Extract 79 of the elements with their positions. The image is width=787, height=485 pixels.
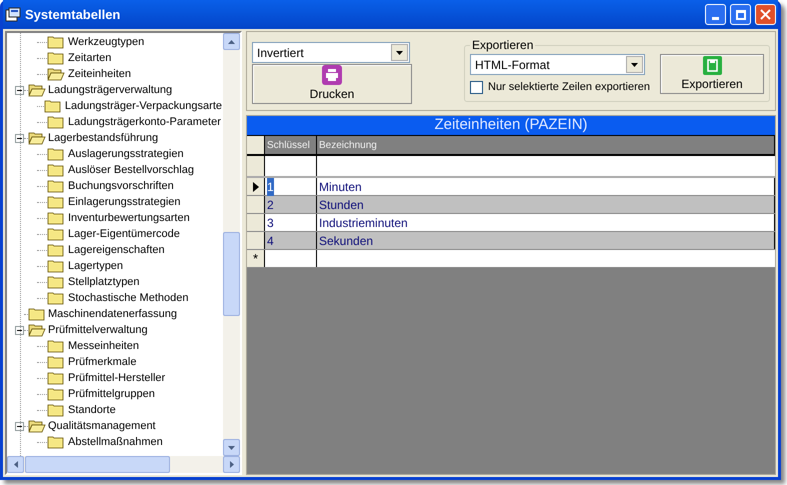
table-cell-text: Sekunden bbox=[319, 232, 374, 250]
vertical-scrollbar[interactable] bbox=[223, 33, 240, 456]
tree-item[interactable]: Einlagerungsstrategien bbox=[67, 194, 182, 210]
minus-icon bbox=[17, 424, 22, 428]
table-cell-text: Minuten bbox=[319, 178, 362, 196]
minus-icon bbox=[17, 328, 22, 332]
tree-item[interactable]: Lagertypen bbox=[67, 258, 124, 274]
close-icon bbox=[760, 9, 771, 20]
up-arrow-icon bbox=[228, 40, 235, 44]
grid-caption: Zeiteinheiten (PAZEIN) bbox=[247, 116, 775, 136]
scroll-thumb[interactable] bbox=[223, 232, 240, 316]
tree-item[interactable]: Ladungsträger-Verpackungsarte bbox=[64, 98, 223, 114]
group-label: Exportieren bbox=[471, 37, 534, 54]
row-selector[interactable] bbox=[247, 156, 265, 176]
app-icon bbox=[5, 6, 21, 22]
tree-item[interactable]: Qualitätsmanagement bbox=[48, 418, 156, 434]
tree-item[interactable]: Prüfmittelverwaltung bbox=[48, 322, 148, 338]
export-button[interactable]: Exportieren bbox=[660, 54, 764, 94]
dropdown[interactable]: HTML-Format bbox=[470, 54, 645, 75]
scroll-down-button[interactable] bbox=[223, 439, 240, 456]
save-icon bbox=[702, 56, 722, 74]
tree-item[interactable]: Auslagerungsstrategien bbox=[67, 146, 185, 162]
scroll-up-button[interactable] bbox=[223, 33, 240, 50]
row-selector[interactable] bbox=[247, 178, 265, 195]
tree-item[interactable]: Standorte bbox=[67, 402, 117, 418]
down-arrow-icon bbox=[228, 446, 235, 450]
tree-item[interactable]: Prüfmittelgruppen bbox=[67, 386, 156, 402]
table-cell-text: 4 bbox=[267, 232, 274, 250]
minimize-button[interactable] bbox=[705, 4, 726, 25]
tree-item[interactable]: Stellplatztypen bbox=[67, 274, 141, 290]
checkbox[interactable] bbox=[470, 80, 483, 94]
current-row-icon bbox=[252, 182, 258, 192]
tree-item[interactable]: Lagereigenschaften bbox=[67, 242, 166, 258]
table-cell-text: Industrieminuten bbox=[319, 214, 408, 232]
row-selector[interactable] bbox=[247, 232, 265, 249]
tree-item[interactable]: Zeiteinheiten bbox=[67, 66, 132, 82]
row-selector[interactable] bbox=[247, 196, 265, 213]
tree-item[interactable]: Werkzeugtypen bbox=[67, 34, 146, 50]
table-cell-text: Stunden bbox=[319, 196, 364, 214]
maximize-button[interactable] bbox=[730, 4, 751, 25]
tree-item[interactable]: Messeinheiten bbox=[67, 338, 140, 354]
printer-icon bbox=[322, 65, 342, 85]
tree-item[interactable]: Stochastische Methoden bbox=[67, 290, 190, 306]
table-cell: 1 bbox=[267, 178, 274, 196]
horizontal-scrollbar[interactable] bbox=[7, 456, 240, 473]
table-cell-text: 3 bbox=[267, 214, 274, 232]
tree-item[interactable]: Zeitarten bbox=[67, 50, 112, 66]
right-arrow-icon bbox=[230, 461, 234, 468]
left-arrow-icon bbox=[14, 461, 18, 468]
tree-item[interactable]: Auslöser Bestellvorschlag bbox=[67, 162, 195, 178]
window-title: Systemtabellen bbox=[25, 6, 122, 24]
collapse-toggle[interactable] bbox=[15, 326, 24, 334]
checkbox-label: Nur selektierte Zeilen exportieren bbox=[488, 80, 650, 95]
minus-icon bbox=[17, 88, 22, 92]
scroll-thumb[interactable] bbox=[25, 456, 170, 473]
tree-item[interactable]: Inventurbewertungsarten bbox=[67, 210, 191, 226]
minus-icon bbox=[17, 136, 22, 140]
table-cell-text: 2 bbox=[267, 196, 274, 214]
row-selector[interactable] bbox=[247, 214, 265, 231]
tree-item[interactable]: Lager-Eigentümercode bbox=[67, 226, 181, 242]
tree-item[interactable]: Lagerbestandsführung bbox=[48, 130, 158, 146]
tree-item[interactable]: Prüfmittel-Hersteller bbox=[67, 370, 166, 386]
collapse-toggle[interactable] bbox=[15, 86, 24, 94]
print-button[interactable]: Drucken bbox=[252, 64, 412, 104]
caret-icon bbox=[626, 56, 643, 73]
tree-item[interactable]: Abstellmaßnahmen bbox=[67, 434, 164, 450]
close-button[interactable] bbox=[755, 4, 776, 25]
collapse-toggle[interactable] bbox=[15, 422, 24, 430]
tree-item[interactable]: Maschinendatenerfassung bbox=[48, 306, 178, 322]
tree-item[interactable]: Buchungsvorschriften bbox=[67, 178, 175, 194]
dropdown[interactable]: Invertiert bbox=[252, 42, 410, 63]
scroll-left-button[interactable] bbox=[7, 456, 24, 473]
tree-item[interactable]: Ladungsträgerkonto-Parameter bbox=[67, 114, 222, 130]
new-row-marker: * bbox=[247, 250, 265, 267]
tree-item[interactable]: Ladungsträgerverwaltung bbox=[48, 82, 172, 98]
tree-item[interactable]: Prüfmerkmale bbox=[67, 354, 138, 370]
scroll-right-button[interactable] bbox=[223, 456, 240, 473]
collapse-toggle[interactable] bbox=[15, 134, 24, 142]
caret-icon bbox=[391, 44, 408, 61]
